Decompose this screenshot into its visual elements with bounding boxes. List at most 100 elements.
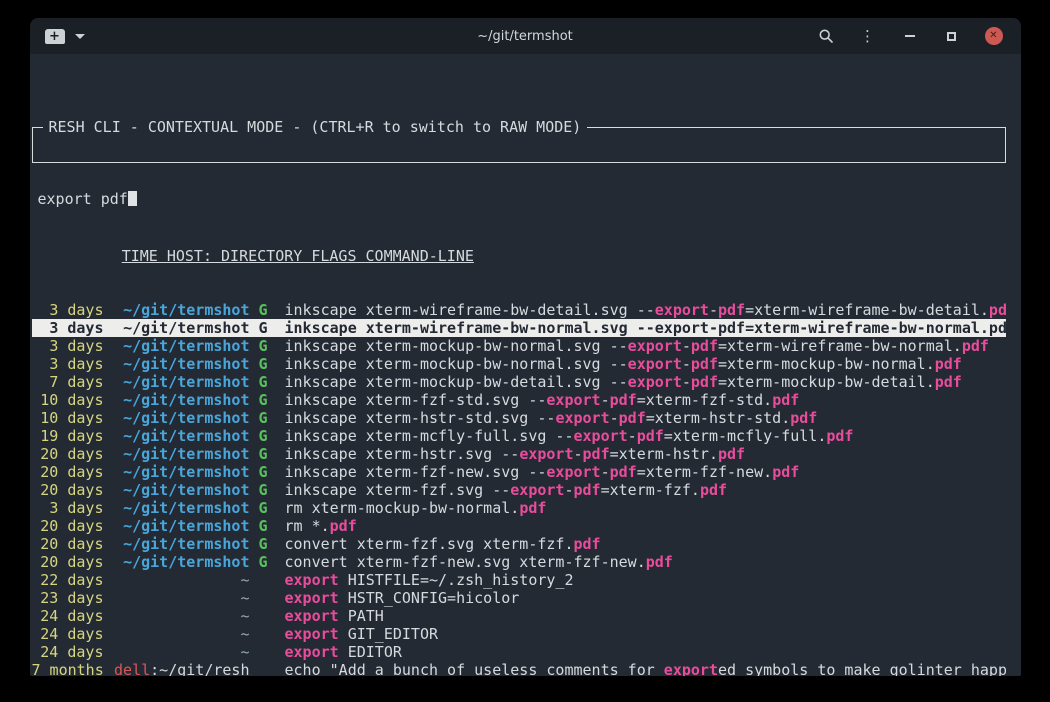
- row-flags: G: [250, 463, 285, 481]
- row-host-directory: ~/git/termshot: [104, 409, 250, 427]
- history-row[interactable]: 20 days ~/git/termshot G inkscape xterm-…: [32, 445, 1006, 463]
- search-match: pdf: [610, 463, 637, 481]
- history-row[interactable]: 20 days ~/git/termshot G inkscape xterm-…: [32, 463, 1006, 481]
- dropdown-caret-icon[interactable]: [75, 34, 85, 39]
- row-flags: G: [250, 355, 285, 373]
- restore-icon[interactable]: [943, 27, 961, 45]
- new-tab-icon[interactable]: +: [45, 29, 65, 44]
- history-row[interactable]: 22 days ~ export HISTFILE=~/.zsh_history…: [32, 571, 1006, 589]
- history-row[interactable]: 19 days ~/git/termshot G inkscape xterm-…: [32, 427, 1006, 445]
- row-command: echo "Add a bunch of useless comments fo…: [285, 661, 1006, 676]
- row-host-directory: ~/git/termshot: [104, 535, 250, 553]
- history-row[interactable]: 3 days ~/git/termshot G inkscape xterm-m…: [32, 337, 1006, 355]
- row-host-directory: ~/git/termshot: [104, 463, 250, 481]
- search-match: pdf: [519, 499, 546, 517]
- row-flags: G: [250, 427, 285, 445]
- search-match: export: [628, 355, 682, 373]
- search-match: export: [664, 661, 718, 676]
- search-match: pdf: [691, 355, 718, 373]
- row-command: inkscape xterm-fzf-std.svg --export-pdf=…: [285, 391, 1006, 409]
- history-row[interactable]: 20 days ~/git/termshot G rm *.pdf: [32, 517, 1006, 535]
- history-row[interactable]: 20 days ~/git/termshot G convert xterm-f…: [32, 553, 1006, 571]
- history-row[interactable]: 20 days ~/git/termshot G inkscape xterm-…: [32, 481, 1006, 499]
- search-icon[interactable]: [817, 27, 835, 45]
- host-segment: ~: [240, 643, 249, 661]
- row-command: convert xterm-fzf.svg xterm-fzf.pdf: [285, 535, 1006, 553]
- row-command: inkscape xterm-mockup-bw-detail.svg --ex…: [285, 373, 1006, 391]
- row-host-directory: ~/git/termshot: [104, 445, 250, 463]
- history-row[interactable]: 3 days ~/git/termshot G inkscape xterm-w…: [32, 301, 1006, 319]
- row-time: 7 months: [32, 661, 104, 676]
- host-segment: ~: [240, 571, 249, 589]
- row-host-directory: ~/git/termshot: [104, 301, 250, 319]
- row-flags: G: [250, 301, 285, 319]
- search-match: pdf: [790, 409, 817, 427]
- host-segment: ~/git/termshot: [123, 535, 249, 553]
- row-host-directory: ~/git/termshot: [104, 337, 250, 355]
- terminal-window: + ~/git/termshot ⋮ ✕ RESH CLI - CONTEXTU…: [30, 18, 1021, 676]
- search-match: pdf: [772, 391, 799, 409]
- row-flags: G: [250, 391, 285, 409]
- row-command: export GIT_EDITOR: [285, 625, 1006, 643]
- search-match: export: [546, 391, 600, 409]
- row-time: 22 days: [32, 571, 104, 589]
- row-command: inkscape xterm-wireframe-bw-normal.svg -…: [285, 319, 1006, 337]
- row-time: 24 days: [32, 625, 104, 643]
- menu-kebab-icon[interactable]: ⋮: [859, 27, 877, 45]
- history-row[interactable]: 10 days ~/git/termshot G inkscape xterm-…: [32, 409, 1006, 427]
- row-command: convert xterm-fzf-new.svg xterm-fzf-new.…: [285, 553, 1006, 571]
- search-match: export: [285, 625, 339, 643]
- host-segment: ~/git/termshot: [123, 553, 249, 571]
- row-host-directory: ~/git/termshot: [104, 427, 250, 445]
- search-match: export: [655, 319, 709, 337]
- row-host-directory: ~: [104, 607, 250, 625]
- row-host-directory: ~: [104, 643, 250, 661]
- history-row[interactable]: 10 days ~/git/termshot G inkscape xterm-…: [32, 391, 1006, 409]
- history-row[interactable]: 23 days ~ export HSTR_CONFIG=hicolor: [32, 589, 1006, 607]
- minimize-icon[interactable]: [901, 27, 919, 45]
- row-time: 20 days: [32, 463, 104, 481]
- history-row[interactable]: 3 days ~/git/termshot G inkscape xterm-m…: [32, 355, 1006, 373]
- row-flags: G: [250, 535, 285, 553]
- host-segment: :~/git/resh: [150, 661, 249, 676]
- search-match: export: [628, 373, 682, 391]
- row-command: rm xterm-mockup-bw-normal.pdf: [285, 499, 1006, 517]
- list-header-text: TIME HOST: DIRECTORY FLAGS COMMAND-LINE: [122, 247, 474, 265]
- search-match: export: [655, 301, 709, 319]
- host-segment: ~/git/termshot: [123, 319, 249, 337]
- host-segment: ~: [240, 589, 249, 607]
- host-segment: ~/git/termshot: [123, 427, 249, 445]
- host-segment: ~/git/termshot: [123, 301, 249, 319]
- search-match: pdf: [962, 337, 989, 355]
- titlebar: + ~/git/termshot ⋮ ✕: [30, 18, 1021, 54]
- search-match: pdf: [935, 373, 962, 391]
- search-match: pdf: [700, 481, 727, 499]
- search-match: pdf: [718, 301, 745, 319]
- search-input[interactable]: export pdf: [33, 182, 1005, 208]
- history-row[interactable]: 24 days ~ export PATH: [32, 607, 1006, 625]
- history-row[interactable]: 7 days ~/git/termshot G inkscape xterm-m…: [32, 373, 1006, 391]
- row-host-directory: ~/git/termshot: [104, 553, 250, 571]
- row-flags: [250, 589, 285, 607]
- host-segment: ~/git/termshot: [123, 409, 249, 427]
- row-flags: [250, 625, 285, 643]
- row-host-directory: ~/git/termshot: [104, 499, 250, 517]
- host-segment: dell: [114, 661, 150, 676]
- row-host-directory: ~/git/termshot: [104, 391, 250, 409]
- row-command: inkscape xterm-hstr-std.svg --export-pdf…: [285, 409, 1006, 427]
- history-row[interactable]: 20 days ~/git/termshot G convert xterm-f…: [32, 535, 1006, 553]
- history-row[interactable]: 24 days ~ export EDITOR: [32, 643, 1006, 661]
- history-row[interactable]: 24 days ~ export GIT_EDITOR: [32, 625, 1006, 643]
- history-row[interactable]: 3 days ~/git/termshot G rm xterm-mockup-…: [32, 499, 1006, 517]
- row-command: inkscape xterm-fzf-new.svg --export-pdf=…: [285, 463, 1006, 481]
- history-row[interactable]: 7 months dell:~/git/resh echo "Add a bun…: [32, 661, 1006, 676]
- host-segment: ~: [240, 625, 249, 643]
- search-match: pdf: [691, 337, 718, 355]
- history-rows: 3 days ~/git/termshot G inkscape xterm-w…: [32, 301, 1006, 676]
- row-flags: [250, 643, 285, 661]
- row-time: 19 days: [32, 427, 104, 445]
- search-match: pdf: [646, 553, 673, 571]
- row-flags: G: [250, 481, 285, 499]
- history-row[interactable]: 3 days ~/git/termshot G inkscape xterm-w…: [32, 319, 1006, 337]
- close-icon[interactable]: ✕: [985, 27, 1003, 45]
